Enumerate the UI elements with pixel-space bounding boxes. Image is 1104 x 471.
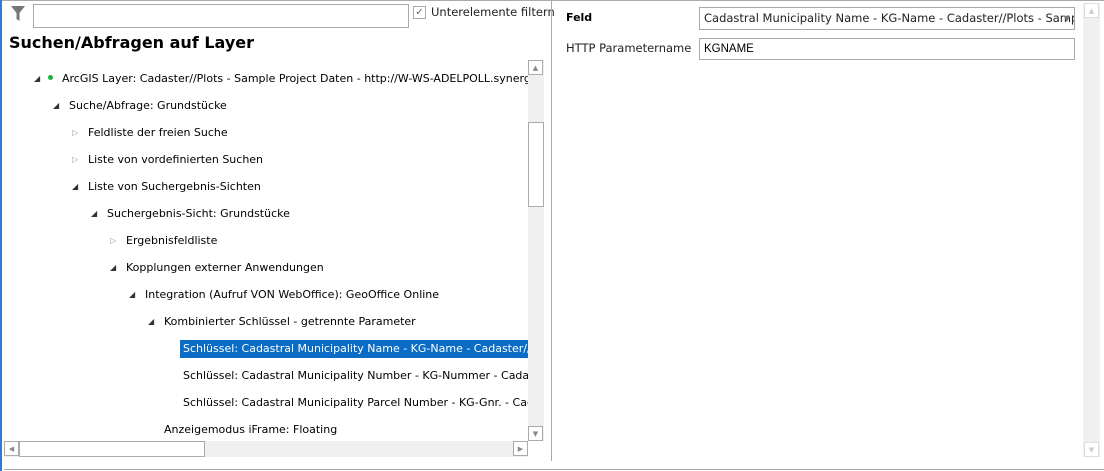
collapse-arrow-icon[interactable]: ◢ xyxy=(72,182,78,191)
filter-icon xyxy=(10,5,26,23)
collapse-arrow-icon[interactable]: ◢ xyxy=(110,263,116,272)
collapse-arrow-icon[interactable]: ◢ xyxy=(91,209,97,218)
tree-item[interactable]: Suche/Abfrage: Grundstücke xyxy=(69,97,227,115)
http-parametername-label: HTTP Parametername xyxy=(566,41,692,55)
status-dot-icon xyxy=(48,75,53,80)
feld-value: Cadastral Municipality Name - KG-Name - … xyxy=(704,11,1075,25)
tree-item[interactable]: Feldliste der freien Suche xyxy=(88,124,228,142)
feld-dropdown[interactable]: Cadastral Municipality Name - KG-Name - … xyxy=(699,7,1075,30)
chevron-down-icon[interactable]: ▼ xyxy=(1064,8,1070,29)
window-border-top xyxy=(0,0,1104,1)
filter-input[interactable] xyxy=(33,4,409,28)
scroll-up-button[interactable]: ▲ xyxy=(528,60,543,75)
feld-label: Feld xyxy=(566,11,593,24)
expand-arrow-icon[interactable]: ▷ xyxy=(72,128,78,137)
collapse-arrow-icon[interactable]: ◢ xyxy=(129,290,135,299)
tree-item[interactable]: Schlüssel: Cadastral Municipality Parcel… xyxy=(183,394,528,412)
tree-horizontal-scrollbar[interactable]: ◀ ▶ xyxy=(4,441,528,457)
window-border-bottom xyxy=(4,469,1104,470)
scroll-right-button[interactable]: ▶ xyxy=(513,441,528,456)
scroll-up-button[interactable]: ▲ xyxy=(1084,3,1099,18)
checkbox-check-icon[interactable]: ✓ xyxy=(413,5,426,19)
subfilter-label: Unterelemente filtern xyxy=(431,5,555,19)
expand-arrow-icon[interactable]: ▷ xyxy=(72,155,78,164)
tree-item[interactable]: Ergebnisfeldliste xyxy=(126,232,217,250)
scroll-down-button[interactable]: ▼ xyxy=(1084,442,1099,457)
collapse-arrow-icon[interactable]: ◢ xyxy=(53,101,59,110)
http-parametername-input[interactable] xyxy=(699,38,1075,60)
tree-item[interactable]: Suchergebnis-Sicht: Grundstücke xyxy=(107,205,290,223)
tree-item[interactable]: ArcGIS Layer: Cadaster//Plots - Sample P… xyxy=(62,70,528,88)
scroll-left-button[interactable]: ◀ xyxy=(4,441,19,456)
tree-item[interactable]: Kombinierter Schlüssel - getrennte Param… xyxy=(164,313,416,331)
tree-item[interactable]: Schlüssel: Cadastral Municipality Name -… xyxy=(180,340,528,358)
tree-item[interactable]: Schlüssel: Cadastral Municipality Number… xyxy=(183,367,528,385)
scroll-down-button[interactable]: ▼ xyxy=(528,426,543,441)
properties-vertical-scrollbar[interactable]: ▲ ▼ xyxy=(1083,3,1100,457)
expand-arrow-icon[interactable]: ▷ xyxy=(110,236,116,245)
tree-item[interactable]: Anzeigemodus iFrame: Floating xyxy=(164,421,337,439)
collapse-arrow-icon[interactable]: ◢ xyxy=(34,74,40,83)
panel-title: Suchen/Abfragen auf Layer xyxy=(9,33,255,52)
collapse-arrow-icon[interactable]: ◢ xyxy=(148,317,154,326)
tree-vertical-scrollbar[interactable]: ▲ ▼ xyxy=(528,60,544,441)
tree-item[interactable]: Kopplungen externer Anwendungen xyxy=(126,259,324,277)
tree-item[interactable]: Liste von vordefinierten Suchen xyxy=(88,151,263,169)
panel-splitter[interactable] xyxy=(551,1,552,461)
layer-tree: ◢ ArcGIS Layer: Cadaster//Plots - Sample … xyxy=(4,60,528,441)
window-border-left xyxy=(0,0,2,471)
horizontal-scroll-thumb[interactable] xyxy=(19,441,205,457)
tree-item[interactable]: Liste von Suchergebnis-Sichten xyxy=(88,178,261,196)
tree-item[interactable]: Integration (Aufruf VON WebOffice): GeoO… xyxy=(145,286,439,304)
vertical-scroll-thumb[interactable] xyxy=(528,122,544,207)
subfilter-checkbox[interactable]: ✓ Unterelemente filtern xyxy=(413,5,555,19)
